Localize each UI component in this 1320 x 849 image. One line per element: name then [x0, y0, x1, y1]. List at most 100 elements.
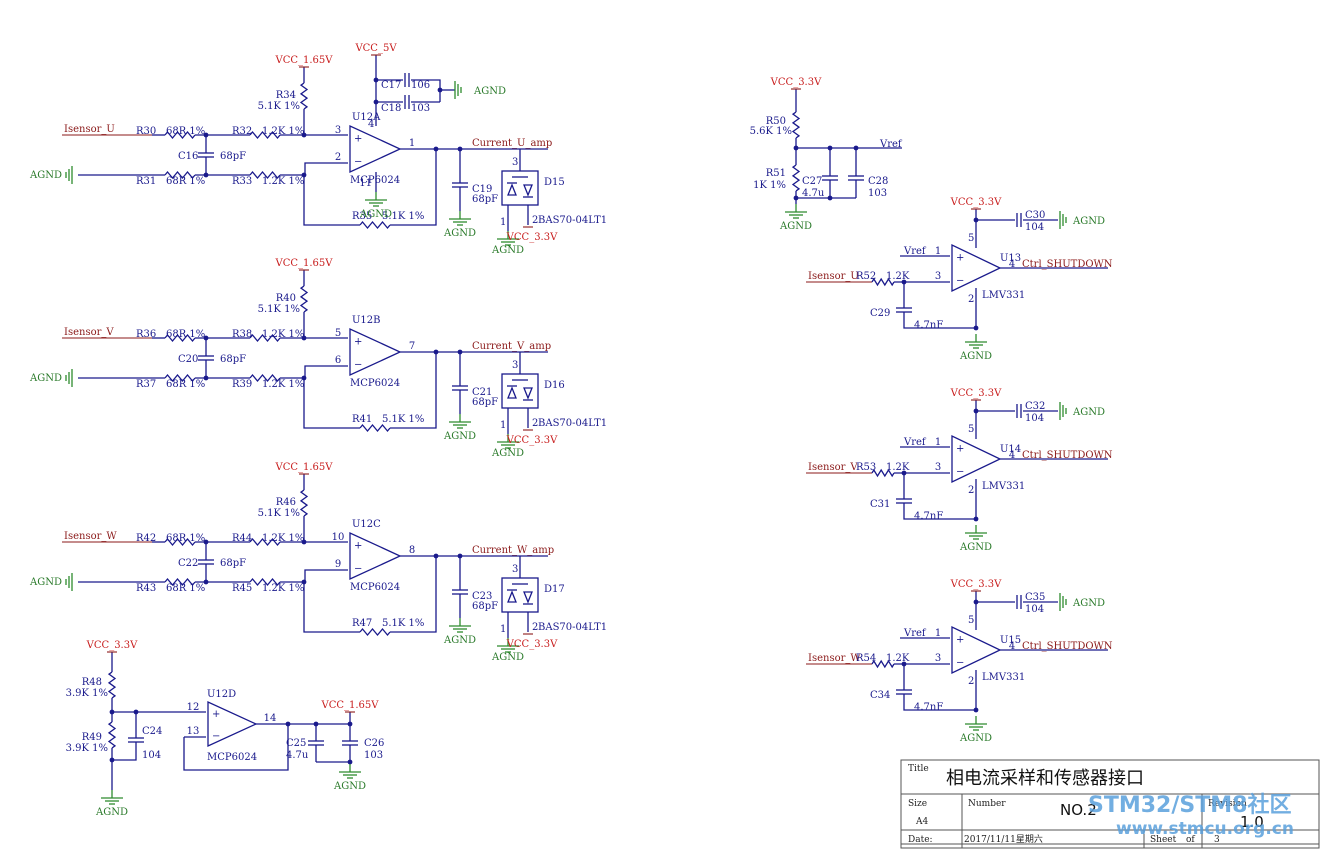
ground-net-label: AGND	[491, 448, 524, 459]
ground-net-label: AGND	[779, 221, 812, 232]
pin-number: 2	[968, 294, 974, 305]
diode-value: BAS70-04LT1	[538, 418, 607, 429]
plus-sign: +	[354, 337, 362, 348]
capacitor-value: 68pF	[220, 558, 246, 569]
pin-number: 5	[968, 233, 974, 244]
plus-sign: +	[212, 709, 220, 720]
ground-net-label: AGND	[1072, 407, 1105, 418]
input-net-label: Isensor_W	[808, 653, 861, 664]
diode-ref: D15	[544, 177, 565, 188]
number-label: Number	[968, 799, 1006, 809]
diode-icon	[523, 591, 533, 604]
wire	[280, 569, 348, 583]
plus-sign: +	[956, 635, 964, 646]
resistor-ref: R51	[766, 168, 786, 179]
resistor-ref: R43	[136, 583, 156, 594]
pin-number: 7	[409, 341, 415, 352]
ground-net-label: AGND	[29, 373, 62, 384]
pin-number: 1	[500, 420, 506, 431]
resistor-value: 1.2K 1%	[262, 126, 304, 137]
ground-net-label: AGND	[1072, 216, 1105, 227]
pin-number: 3	[512, 157, 518, 168]
diode-ref: D17	[544, 584, 565, 595]
minus-sign: −	[354, 360, 362, 371]
capacitor-ref: C34	[870, 690, 890, 701]
plus-sign: +	[354, 541, 362, 552]
capacitor-value: 104	[1025, 413, 1044, 424]
ground-net-label: AGND	[959, 733, 992, 744]
resistor-value: 68R 1%	[166, 533, 205, 544]
resistor-value: 1.2K	[886, 271, 910, 282]
resistor-ref: R38	[232, 329, 252, 340]
resistor-value: 68R 1%	[166, 583, 205, 594]
pin-number: 4	[1009, 259, 1015, 270]
wire	[280, 162, 348, 176]
capacitor-ref: C29	[870, 308, 890, 319]
date-label: Date:	[908, 835, 933, 845]
ground-net-label: AGND	[491, 245, 524, 256]
minus-sign: −	[354, 157, 362, 168]
resistor-ref: R30	[136, 126, 156, 137]
input-net-label: Isensor_V	[64, 327, 114, 338]
output-net-label: Current_U_amp	[472, 138, 552, 149]
pin-number: 2	[532, 215, 538, 226]
capacitor-ref: C31	[870, 499, 890, 510]
pin-number: 8	[409, 545, 415, 556]
diode-icon	[507, 590, 517, 603]
resistor-value: 5.1K 1%	[382, 414, 424, 425]
capacitor-ref: C22	[178, 558, 198, 569]
schematic: + − + − + − + − + − + − + − Isensor_U R30 68R 1% R32 1.2K…	[29, 43, 1320, 849]
resistor-value: 68R 1%	[166, 329, 205, 340]
pin-number: 3	[935, 462, 941, 473]
size-label: Size	[908, 799, 927, 809]
resistor-ref: R32	[232, 126, 252, 137]
capacitor-ref: C35	[1025, 592, 1045, 603]
resistor	[299, 82, 309, 110]
ground-net-label: AGND	[359, 209, 392, 220]
capacitor-value: 104	[142, 750, 161, 761]
resistor-value: 5.1K 1%	[258, 508, 300, 519]
junction-dot	[973, 408, 979, 414]
opamp-ref: U12B	[352, 315, 381, 326]
pin-number: 1	[500, 624, 506, 635]
capacitor-ref: C17	[381, 80, 401, 91]
junction-dot	[973, 599, 979, 605]
pin-number: 6	[335, 355, 341, 366]
input-net-label: Isensor_V	[808, 462, 858, 473]
diode-icon	[507, 183, 517, 196]
resistor-value: 1.2K 1%	[262, 379, 304, 390]
title-label: Title	[908, 764, 929, 774]
wire	[112, 742, 137, 761]
pin-number: 3	[512, 360, 518, 371]
pin-number: 2	[532, 622, 538, 633]
power-net-label: VCC_5V	[354, 43, 397, 54]
size-value: A4	[915, 817, 928, 827]
resistor-value: 1.2K	[886, 462, 910, 473]
pin-number: 3	[935, 271, 941, 282]
pin-number: 4	[1009, 641, 1015, 652]
pin-number: 3	[935, 653, 941, 664]
vref-net-label: Vref	[879, 139, 903, 150]
power-net-label: VCC_1.65V	[320, 700, 379, 711]
resistor	[107, 721, 117, 749]
ground-net-label: AGND	[443, 228, 476, 239]
wire	[280, 365, 348, 379]
diode-value: BAS70-04LT1	[538, 215, 607, 226]
resistor-ref: R45	[232, 583, 252, 594]
resistor-ref: R37	[136, 379, 156, 390]
pin-number: 14	[264, 713, 277, 724]
sheet-title: 相电流采样和传感器接口	[946, 768, 1144, 789]
junction-dot	[973, 516, 979, 522]
resistor-ref: R49	[82, 732, 102, 743]
ground-net-label: AGND	[443, 431, 476, 442]
capacitor-value: 68pF	[220, 151, 246, 162]
ground-net-label: AGND	[1072, 598, 1105, 609]
resistor-ref: R31	[136, 176, 156, 187]
minus-sign: −	[956, 658, 964, 669]
power-net-label: VCC_3.3V	[770, 77, 822, 88]
junction-dot	[373, 99, 379, 105]
output-net-label: Current_V_amp	[472, 341, 551, 352]
resistor-value: 5.1K 1%	[382, 618, 424, 629]
capacitor-ref: C24	[142, 726, 162, 737]
pin-number: 10	[332, 532, 345, 543]
